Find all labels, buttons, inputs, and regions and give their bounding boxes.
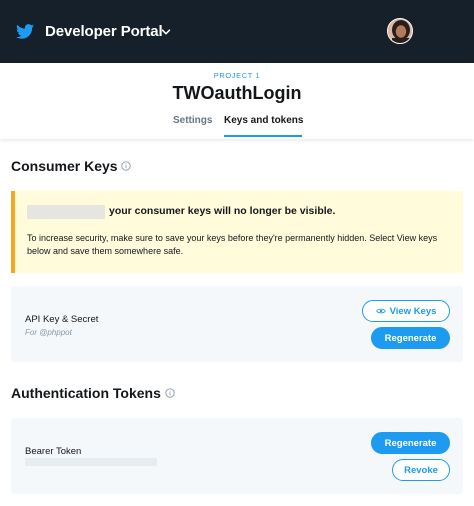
consumer-keys-heading: Consumer Keys <box>11 158 118 174</box>
auth-tokens-heading: Authentication Tokens <box>11 385 161 401</box>
tab-keys-and-tokens[interactable]: Keys and tokens <box>224 115 303 126</box>
warning-body: To increase security, make sure to save … <box>27 233 438 256</box>
twitter-bird-icon[interactable] <box>16 24 34 39</box>
regenerate-bearer-button[interactable]: Regenerate <box>371 432 450 454</box>
bearer-token-label: Bearer Token <box>25 446 82 457</box>
tab-settings[interactable]: Settings <box>173 115 212 126</box>
api-key-owner: For @phppot <box>25 328 72 337</box>
regenerate-api-key-button[interactable]: Regenerate <box>371 327 450 349</box>
top-nav-bar: Developer Portal <box>0 0 474 63</box>
view-keys-label: View Keys <box>389 305 437 317</box>
redacted-token <box>25 458 157 466</box>
eye-icon <box>375 308 386 314</box>
revoke-button[interactable]: Revoke <box>392 459 450 481</box>
redacted-text <box>27 205 105 219</box>
chevron-down-icon[interactable] <box>160 26 172 38</box>
bearer-token-card: Bearer Token Regenerate Revoke <box>11 418 463 494</box>
project-header: PROJECT 1 TWOauthLogin Settings Keys and… <box>0 63 474 139</box>
project-label: PROJECT 1 <box>213 71 261 80</box>
api-key-card: API Key & Secret For @phppot View Keys R… <box>11 286 463 362</box>
warning-headline: your consumer keys will no longer be vis… <box>109 205 336 217</box>
info-icon[interactable] <box>121 161 131 171</box>
view-keys-button[interactable]: View Keys <box>362 300 450 322</box>
active-tab-indicator <box>224 135 302 137</box>
keys-warning-banner: your consumer keys will no longer be vis… <box>11 191 463 273</box>
api-key-label: API Key & Secret <box>25 314 99 325</box>
portal-title[interactable]: Developer Portal <box>45 23 163 40</box>
info-icon[interactable] <box>165 388 175 398</box>
user-avatar[interactable] <box>387 18 413 44</box>
project-title: TWOauthLogin <box>172 83 302 103</box>
